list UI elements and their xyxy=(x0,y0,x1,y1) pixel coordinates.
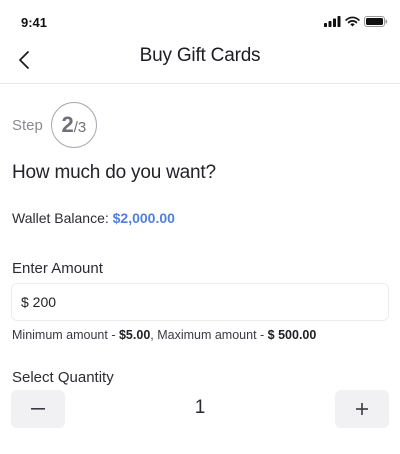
status-time: 9:41 xyxy=(21,15,48,30)
nav-header: Buy Gift Cards xyxy=(0,40,400,84)
wallet-balance-label: Wallet Balance: xyxy=(12,210,113,226)
status-icons xyxy=(324,15,388,27)
decrement-quantity-button[interactable] xyxy=(11,390,65,428)
wallet-balance-value: $2,000.00 xyxy=(112,210,175,226)
step-total: 3 xyxy=(77,119,87,136)
step-current: 2 xyxy=(61,112,74,137)
quantity-label: Select Quantity xyxy=(12,369,114,386)
max-amount-label: Maximum amount - xyxy=(157,328,268,342)
battery-icon xyxy=(364,15,388,27)
cellular-signal-icon xyxy=(324,15,341,27)
step-indicator: Step 2 / 3 xyxy=(12,102,97,148)
status-bar: 9:41 xyxy=(0,0,400,40)
page-title: Buy Gift Cards xyxy=(139,45,261,66)
plus-icon xyxy=(356,403,368,415)
max-amount-value: $ 500.00 xyxy=(267,328,317,342)
question-heading: How much do you want? xyxy=(12,162,216,183)
minus-icon xyxy=(31,408,45,410)
amount-label: Enter Amount xyxy=(12,260,103,277)
step-label: Step xyxy=(12,116,43,134)
amount-limits: Minimum amount - $5.00, Maximum amount -… xyxy=(12,328,316,342)
quantity-value: 1 xyxy=(194,397,206,418)
min-amount-value: $5.00 xyxy=(118,328,151,342)
step-circle: 2 / 3 xyxy=(50,102,97,148)
wifi-icon xyxy=(345,16,360,26)
amount-input[interactable] xyxy=(11,283,389,321)
increment-quantity-button[interactable] xyxy=(335,390,389,428)
min-amount-label: Minimum amount - xyxy=(12,328,119,342)
buy-gift-cards-screen: 9:41 Buy Gift Cards Step 2 / 3 How much … xyxy=(0,0,400,454)
wallet-balance: Wallet Balance: $2,000.00 xyxy=(12,210,175,226)
